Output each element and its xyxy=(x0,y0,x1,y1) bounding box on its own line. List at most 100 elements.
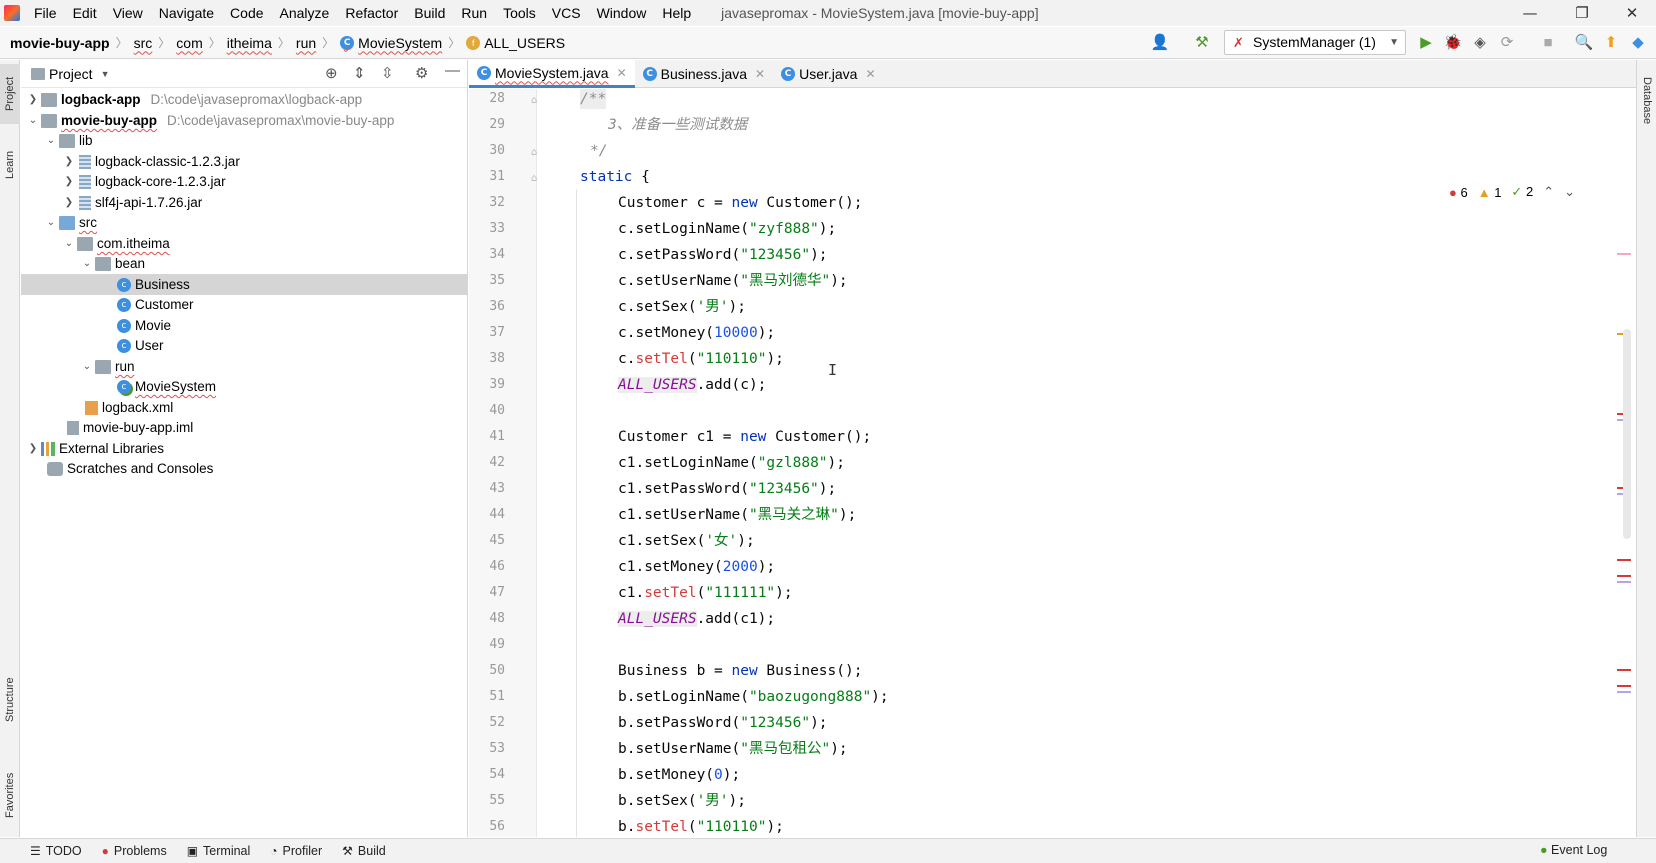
tree-item-movie-buy-app[interactable]: ⌄ movie-buy-app D:\code\javasepromax\mov… xyxy=(21,110,468,131)
breadcrumb-com[interactable]: com xyxy=(174,35,204,51)
chevron-down-icon[interactable]: ⌄ xyxy=(43,135,59,146)
gear-icon[interactable]: ⚙ xyxy=(415,64,428,82)
user-account-icon[interactable]: 👤 xyxy=(1150,33,1170,53)
project-view-title[interactable]: Project xyxy=(49,66,93,82)
tree-item-class-selected[interactable]: c Business xyxy=(21,274,468,295)
expand-all-icon[interactable]: ⇕ xyxy=(353,64,366,82)
menu-run[interactable]: Run xyxy=(453,0,495,26)
menu-file[interactable]: File xyxy=(26,0,65,26)
coverage-icon[interactable]: ◈ xyxy=(1470,33,1490,53)
menu-window[interactable]: Window xyxy=(589,0,655,26)
chevron-down-icon[interactable]: ⌄ xyxy=(79,361,95,372)
menu-view[interactable]: View xyxy=(105,0,151,26)
menu-tools[interactable]: Tools xyxy=(495,0,544,26)
tree-item-lib[interactable]: ⌄ lib xyxy=(21,130,468,151)
editor-gutter[interactable]: 28 29 30 31 32 33 34 35 36 37 38 39 40 4… xyxy=(469,89,537,837)
tab-user-java[interactable]: C User.java ✕ xyxy=(773,60,883,88)
fold-icon[interactable]: ⌂ xyxy=(531,173,537,184)
chevron-right-icon[interactable]: ❯ xyxy=(25,94,41,105)
run-icon[interactable]: ▶ xyxy=(1416,33,1436,53)
next-highlight-icon[interactable]: ⌄ xyxy=(1564,184,1575,200)
breadcrumb-src[interactable]: src xyxy=(132,35,155,51)
close-window-button[interactable]: ✕ xyxy=(1610,0,1654,26)
tree-item-class[interactable]: c User xyxy=(21,335,468,356)
tree-item-package[interactable]: ⌄ run xyxy=(21,356,468,377)
tree-item-jar[interactable]: ❯ slf4j-api-1.7.26.jar xyxy=(21,192,468,213)
menu-navigate[interactable]: Navigate xyxy=(151,0,222,26)
update-icon[interactable]: ⬆ xyxy=(1601,33,1621,53)
chevron-down-icon[interactable]: ⌄ xyxy=(43,217,59,228)
tree-item-package[interactable]: ⌄ bean xyxy=(21,253,468,274)
tree-item-file[interactable]: logback.xml xyxy=(21,397,468,418)
tool-profiler[interactable]: ◔ Profiler xyxy=(260,844,332,858)
menu-help[interactable]: Help xyxy=(654,0,699,26)
tool-tab-structure[interactable]: Structure xyxy=(0,665,20,735)
code-editor[interactable]: /** 3、准备一些测试数据 */ static { Customer c = … xyxy=(538,89,1615,837)
menu-vcs[interactable]: VCS xyxy=(544,0,589,26)
hide-panel-icon[interactable]: — xyxy=(445,62,460,79)
tree-item-jar[interactable]: ❯ logback-classic-1.2.3.jar xyxy=(21,151,468,172)
search-icon[interactable]: 🔍 xyxy=(1574,33,1594,53)
tool-tab-learn[interactable]: Learn xyxy=(0,140,20,190)
tool-tab-database[interactable]: Database xyxy=(1637,66,1656,136)
breadcrumb-run[interactable]: run xyxy=(294,35,318,51)
event-log-button[interactable]: ● Event Log xyxy=(1540,843,1607,857)
jetbrains-toolbox-icon[interactable]: ◆ xyxy=(1628,33,1648,53)
menu-code[interactable]: Code xyxy=(222,0,271,26)
breadcrumb-itheima[interactable]: itheima xyxy=(225,35,274,51)
tree-item-file[interactable]: movie-buy-app.iml xyxy=(21,417,468,438)
run-configuration-select[interactable]: ✗ SystemManager (1) ▼ xyxy=(1224,30,1406,55)
editor-scrollbar[interactable] xyxy=(1615,89,1635,837)
menu-analyze[interactable]: Analyze xyxy=(272,0,338,26)
tree-item-jar[interactable]: ❯ logback-core-1.2.3.jar xyxy=(21,171,468,192)
chevron-down-icon[interactable]: ⌄ xyxy=(25,115,41,126)
close-icon[interactable]: ✕ xyxy=(865,67,875,81)
breadcrumb-all-users[interactable]: f ALL_USERS xyxy=(464,35,567,51)
chevron-down-icon[interactable]: ▼ xyxy=(101,69,110,79)
chevron-right-icon[interactable]: ❯ xyxy=(61,176,77,187)
close-icon[interactable]: ✕ xyxy=(617,66,627,80)
restore-button[interactable]: ❐ xyxy=(1560,0,1604,26)
tool-tab-favorites[interactable]: Favorites xyxy=(0,760,20,830)
chevron-down-icon[interactable]: ⌄ xyxy=(61,238,77,249)
build-hammer-icon[interactable]: ⚒ xyxy=(1192,33,1212,53)
debug-icon[interactable]: 🐞 xyxy=(1443,33,1463,53)
tree-item-main-class[interactable]: c MovieSystem xyxy=(21,376,468,397)
close-icon[interactable]: ✕ xyxy=(755,67,765,81)
inspection-warnings[interactable]: ▲ 1 xyxy=(1478,185,1502,200)
tree-item-package[interactable]: ⌄ com.itheima xyxy=(21,233,468,254)
chevron-right-icon[interactable]: ❯ xyxy=(61,156,77,167)
menu-refactor[interactable]: Refactor xyxy=(337,0,406,26)
tab-business-java[interactable]: C Business.java ✕ xyxy=(635,60,773,88)
minimize-button[interactable]: — xyxy=(1508,0,1552,26)
inspection-widget[interactable]: ● 6 ▲ 1 ✓ 2 ⌃ ⌄ xyxy=(1449,184,1575,200)
fold-icon[interactable]: ⌂ xyxy=(531,95,537,106)
scrollbar-thumb[interactable] xyxy=(1623,329,1631,539)
inspection-ok[interactable]: ✓ 2 xyxy=(1511,184,1533,200)
stop-icon[interactable]: ■ xyxy=(1538,33,1558,53)
tool-build[interactable]: ⚒ Build xyxy=(332,844,396,858)
breadcrumb-moviesystem[interactable]: C MovieSystem xyxy=(338,35,444,51)
menu-build[interactable]: Build xyxy=(406,0,453,26)
tree-item-src[interactable]: ⌄ src xyxy=(21,212,468,233)
chevron-right-icon[interactable]: ❯ xyxy=(61,197,77,208)
locate-file-icon[interactable]: ⊕ xyxy=(325,64,338,82)
chevron-down-icon[interactable]: ⌄ xyxy=(79,258,95,269)
fold-icon[interactable]: ⌂ xyxy=(531,147,537,158)
tree-item-class[interactable]: c Movie xyxy=(21,315,468,336)
collapse-all-icon[interactable]: ⇳ xyxy=(381,64,394,82)
tool-todo[interactable]: ☰ TODO xyxy=(20,844,92,858)
tool-problems[interactable]: ● Problems xyxy=(92,844,177,858)
breadcrumb-project[interactable]: movie-buy-app xyxy=(8,35,112,51)
chevron-right-icon[interactable]: ❯ xyxy=(25,443,41,454)
tool-terminal[interactable]: ▣ Terminal xyxy=(177,844,261,858)
tree-item-scratches[interactable]: Scratches and Consoles xyxy=(21,458,468,479)
profile-icon[interactable]: ⟳ xyxy=(1497,33,1517,53)
tree-item-logback-app[interactable]: ❯ logback-app D:\code\javasepromax\logba… xyxy=(21,89,468,110)
tab-moviesystem-java[interactable]: C MovieSystem.java ✕ xyxy=(469,60,635,88)
menu-edit[interactable]: Edit xyxy=(65,0,105,26)
tree-item-class[interactable]: c Customer xyxy=(21,294,468,315)
tool-tab-project[interactable]: Project xyxy=(0,64,20,124)
inspection-errors[interactable]: ● 6 xyxy=(1449,185,1468,200)
previous-highlight-icon[interactable]: ⌃ xyxy=(1543,184,1554,200)
